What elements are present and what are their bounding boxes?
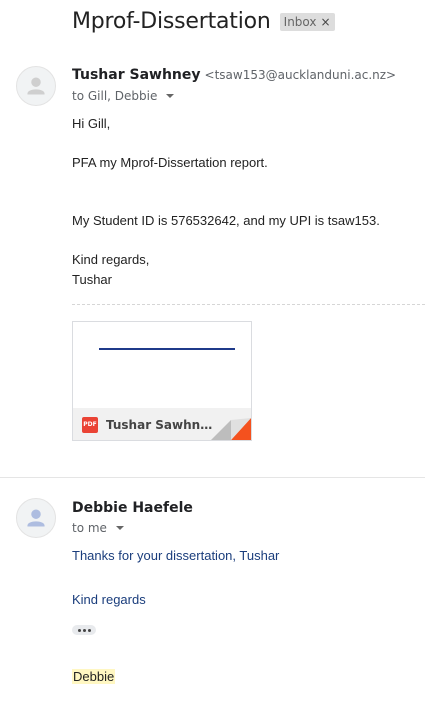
sender-line: Debbie Haefele (72, 500, 193, 516)
attachment-preview[interactable] (73, 322, 251, 408)
person-icon (27, 509, 45, 527)
remove-label-icon[interactable]: × (321, 15, 331, 29)
body-line: PFA my Mprof-Dissertation report. (72, 155, 268, 170)
subject-header: Mprof-Dissertation Inbox × (72, 9, 335, 34)
sender-name[interactable]: Tushar Sawhney (72, 67, 201, 83)
inbox-label-chip[interactable]: Inbox × (279, 12, 335, 31)
show-trimmed-content-button[interactable] (72, 625, 96, 635)
reply-signature: Debbie (72, 669, 116, 684)
chevron-down-icon[interactable] (166, 94, 175, 98)
attachment-card[interactable]: PDF Tushar Sawhney M... (72, 321, 252, 441)
body-greeting: Hi Gill, (72, 116, 111, 131)
person-icon (27, 77, 45, 95)
attachment-filename[interactable]: Tushar Sawhney M... (106, 418, 220, 432)
recipients-line[interactable]: to me (72, 521, 124, 535)
thread-divider (0, 477, 425, 478)
body-closing: Kind regards, (72, 252, 150, 267)
body-line: My Student ID is 576532642, and my UPI i… (72, 213, 380, 228)
dot (77, 628, 81, 632)
dot (87, 628, 91, 632)
page-fold-icon (211, 418, 251, 440)
chevron-down-icon[interactable] (115, 526, 124, 530)
preview-rule (99, 348, 235, 350)
sender-email: <tsaw153@aucklanduni.ac.nz> (204, 68, 397, 82)
recipients-text: to Gill, Debbie (72, 89, 158, 103)
email-subject: Mprof-Dissertation (72, 9, 271, 34)
inbox-label-text: Inbox (283, 14, 317, 29)
dot (82, 628, 86, 632)
recipients-text: to me (72, 521, 107, 535)
body-signature: Tushar (72, 272, 112, 287)
pdf-icon: PDF (82, 416, 98, 433)
recipients-line[interactable]: to Gill, Debbie (72, 89, 175, 103)
highlighted-signature: Debbie (72, 669, 116, 684)
signature-divider (72, 304, 425, 305)
sender-line: Tushar Sawhney <tsaw153@aucklanduni.ac.n… (72, 67, 396, 83)
sender-avatar[interactable] (16, 66, 56, 106)
reply-body-line: Thanks for your dissertation, Tushar (72, 548, 280, 563)
sender-avatar[interactable] (16, 498, 56, 538)
sender-name[interactable]: Debbie Haefele (72, 500, 193, 516)
reply-closing: Kind regards (72, 592, 146, 607)
